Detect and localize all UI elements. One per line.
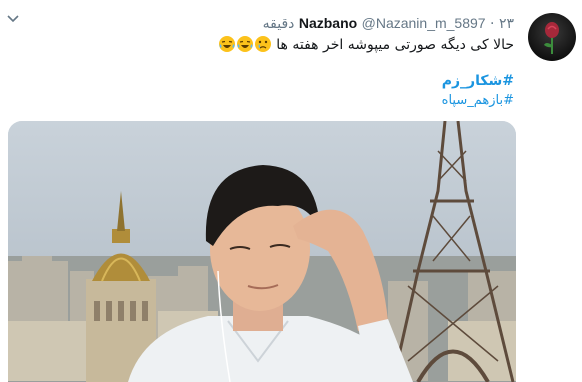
tweet-text: حالا کی دیگه صورتی میپوشه اخر هفته ها [276, 37, 514, 53]
chevron-down-icon[interactable] [6, 14, 20, 24]
photo-image [8, 121, 516, 382]
laughing-tears-icon [218, 36, 235, 52]
rose-icon [544, 22, 559, 54]
crying-face-icon [254, 36, 271, 52]
user-handle[interactable]: @Nazanin_m_5897 [362, 15, 486, 31]
separator-dot: · [490, 16, 495, 32]
hashtag-link[interactable]: #بازهم_سپاه [442, 92, 514, 110]
display-name[interactable]: Nazbano [299, 15, 357, 31]
tweet-media-photo[interactable] [8, 121, 516, 382]
hashtag-link[interactable]: #شکار_زم [442, 72, 514, 90]
laughing-tears-icon [236, 36, 253, 52]
tweet-text-line: حالا کی دیگه صورتی میپوشه اخر هفته ها [218, 34, 514, 56]
avatar[interactable] [528, 13, 576, 61]
tweet-header: Nazbano @Nazanin_m_5897 · ۲۳ دقیقه [263, 14, 514, 33]
